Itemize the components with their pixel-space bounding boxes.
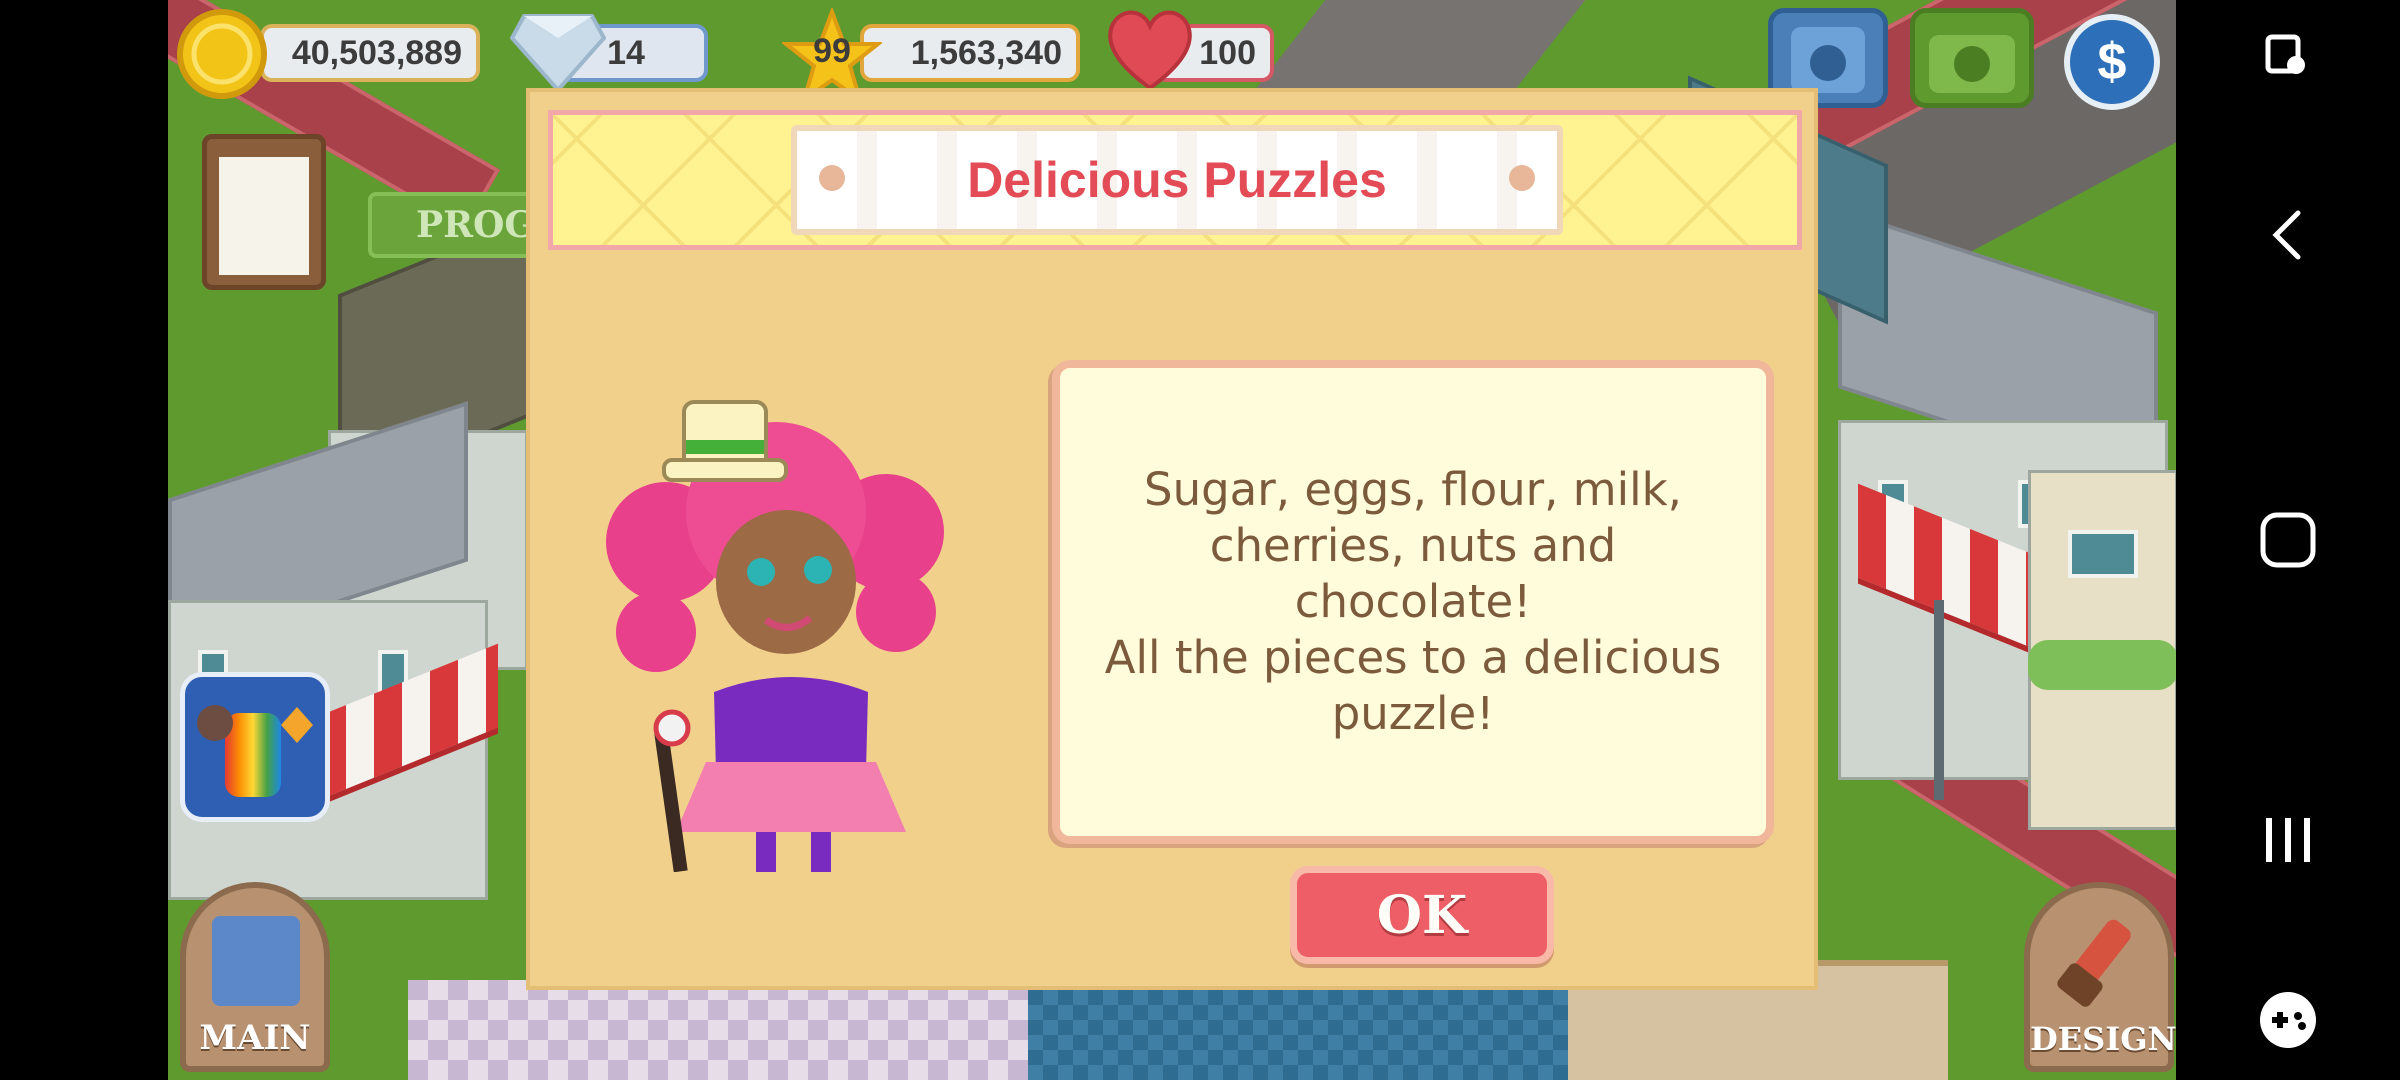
heart-icon bbox=[1104, 4, 1196, 94]
message-line: puzzle! bbox=[1331, 687, 1495, 740]
design-button[interactable]: DESIGN bbox=[2024, 882, 2176, 1072]
design-label: DESIGN bbox=[2030, 1020, 2176, 1058]
puzzle-game-icon bbox=[197, 705, 313, 797]
gems-value: 14 bbox=[607, 33, 645, 72]
message-line: Sugar, eggs, flour, milk, bbox=[1144, 463, 1682, 516]
character-illustration bbox=[596, 392, 956, 873]
recents-icon bbox=[2266, 818, 2310, 862]
diamond-icon bbox=[509, 12, 607, 94]
coins-value: 40,503,889 bbox=[291, 33, 462, 72]
puzzle-game-button[interactable] bbox=[180, 672, 330, 822]
dialog: Delicious Puzzles Sugar, eggs, flour, mi… bbox=[526, 88, 1818, 990]
coin-icon bbox=[176, 8, 268, 100]
progress-button[interactable]: PROG bbox=[368, 192, 538, 258]
camera-button[interactable] bbox=[1910, 8, 2034, 108]
xp-value: 1,563,340 bbox=[910, 33, 1062, 72]
house-right-front bbox=[2028, 470, 2176, 870]
recents-button[interactable] bbox=[2176, 800, 2400, 880]
progress-label: PROG bbox=[416, 204, 536, 246]
screen: 40,503,889 14 1,563,340 99 100 $ PROG MA… bbox=[0, 0, 2400, 1080]
main-button[interactable]: MAIN bbox=[180, 882, 330, 1072]
camera-icon bbox=[1929, 35, 2015, 93]
currency-button[interactable]: $ bbox=[2064, 14, 2160, 110]
dialog-title: Delicious Puzzles bbox=[967, 152, 1387, 208]
game-tools-button[interactable] bbox=[2176, 980, 2400, 1060]
clipboard-icon bbox=[219, 157, 309, 275]
ok-label: OK bbox=[1376, 884, 1468, 946]
navigation-bar bbox=[2176, 0, 2400, 1080]
home-icon bbox=[2260, 512, 2316, 568]
cafe-floor-blue bbox=[1028, 990, 1628, 1080]
book-icon bbox=[212, 916, 300, 1006]
message-line: cherries, nuts and chocolate! bbox=[1209, 519, 1617, 628]
back-icon bbox=[2272, 210, 2301, 260]
lamp-post bbox=[1934, 600, 1944, 800]
home-button[interactable] bbox=[2176, 500, 2400, 580]
hearts-value: 100 bbox=[1199, 33, 1256, 72]
message-line: All the pieces to a delicious bbox=[1104, 631, 1722, 684]
message-box: Sugar, eggs, flour, milk, cherries, nuts… bbox=[1052, 360, 1774, 844]
screen-rotate-button[interactable] bbox=[2176, 20, 2400, 90]
main-label: MAIN bbox=[199, 1018, 311, 1058]
message-text: Sugar, eggs, flour, milk, cherries, nuts… bbox=[1100, 462, 1726, 742]
dialog-header: Delicious Puzzles bbox=[548, 110, 1802, 250]
ok-button[interactable]: OK bbox=[1290, 866, 1554, 964]
clipboard-button[interactable] bbox=[202, 134, 326, 290]
back-button[interactable] bbox=[2176, 200, 2400, 270]
paint-brush-icon bbox=[2057, 919, 2131, 1007]
coins-counter: 40,503,889 bbox=[260, 24, 480, 82]
xp-counter: 1,563,340 bbox=[860, 24, 1080, 82]
title-plate: Delicious Puzzles bbox=[791, 125, 1563, 235]
currency-icon: $ bbox=[2097, 33, 2127, 91]
level-value: 99 bbox=[813, 32, 851, 70]
rotate-lock-icon bbox=[2265, 34, 2305, 74]
gamepad-icon bbox=[2260, 992, 2316, 1048]
